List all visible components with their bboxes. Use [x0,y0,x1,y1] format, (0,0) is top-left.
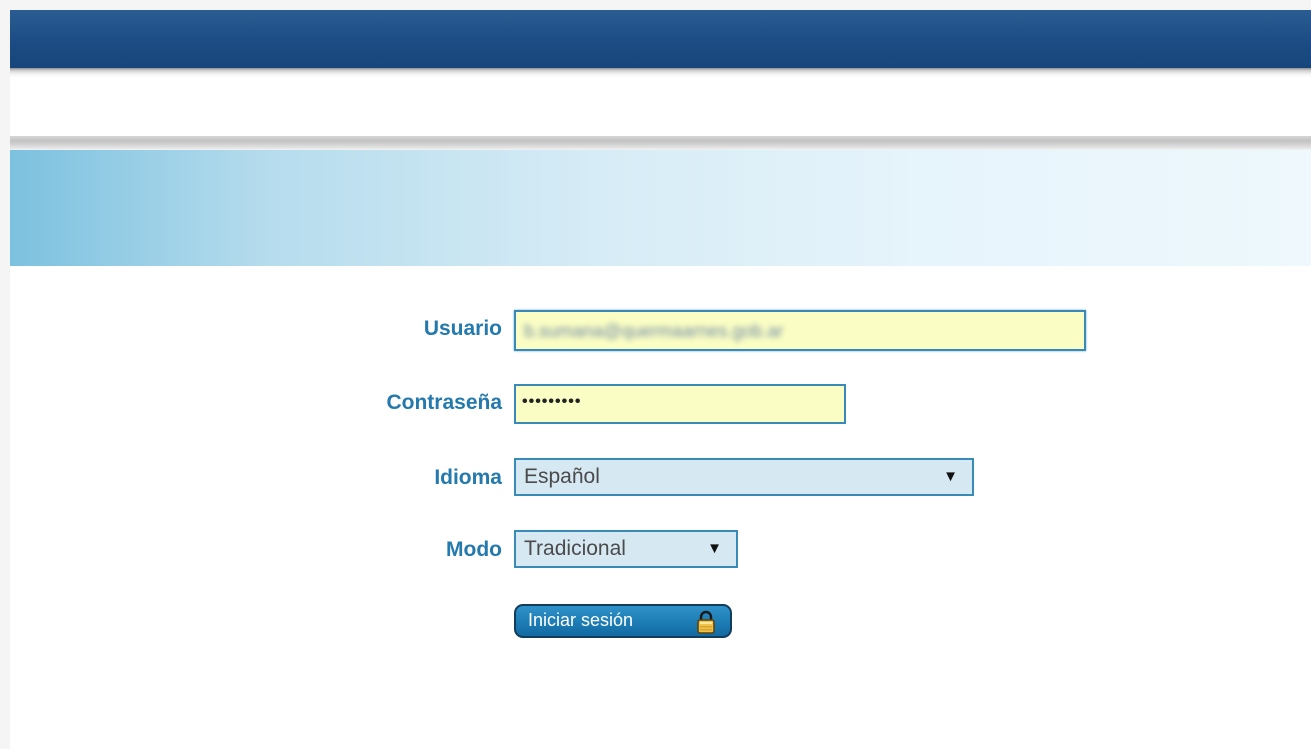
mode-select[interactable]: Tradicional ▼ [514,530,738,568]
lock-icon [697,610,715,634]
password-row: Contraseña ••••••••• [10,384,1311,424]
login-page: Usuario b.sumana@quermaarnes.gob.ar Cont… [10,10,1311,749]
password-label: Contraseña [386,391,502,414]
language-select[interactable]: Español ▼ [514,458,974,496]
mode-row: Modo Tradicional ▼ [10,530,1311,570]
banner [10,150,1311,266]
password-value: ••••••••• [522,393,582,410]
header-divider [10,68,1311,78]
nav-strip [10,78,1311,136]
chevron-down-icon: ▼ [707,540,722,557]
header-bar [10,10,1311,68]
mode-label: Modo [446,538,502,561]
user-value: b.sumana@quermaarnes.gob.ar [524,321,784,341]
chevron-down-icon: ▼ [943,468,958,485]
password-input[interactable]: ••••••••• [514,384,846,424]
user-row: Usuario b.sumana@quermaarnes.gob.ar [10,310,1311,351]
nav-divider [10,136,1311,150]
login-button-label: Iniciar sesión [528,610,634,630]
language-label: Idioma [434,466,502,489]
user-input[interactable]: b.sumana@quermaarnes.gob.ar [514,310,1086,351]
language-selected-value: Español [524,465,600,488]
language-row: Idioma Español ▼ [10,458,1311,498]
mode-selected-value: Tradicional [524,537,626,560]
login-button[interactable]: Iniciar sesión [514,604,732,638]
user-label: Usuario [423,317,502,340]
